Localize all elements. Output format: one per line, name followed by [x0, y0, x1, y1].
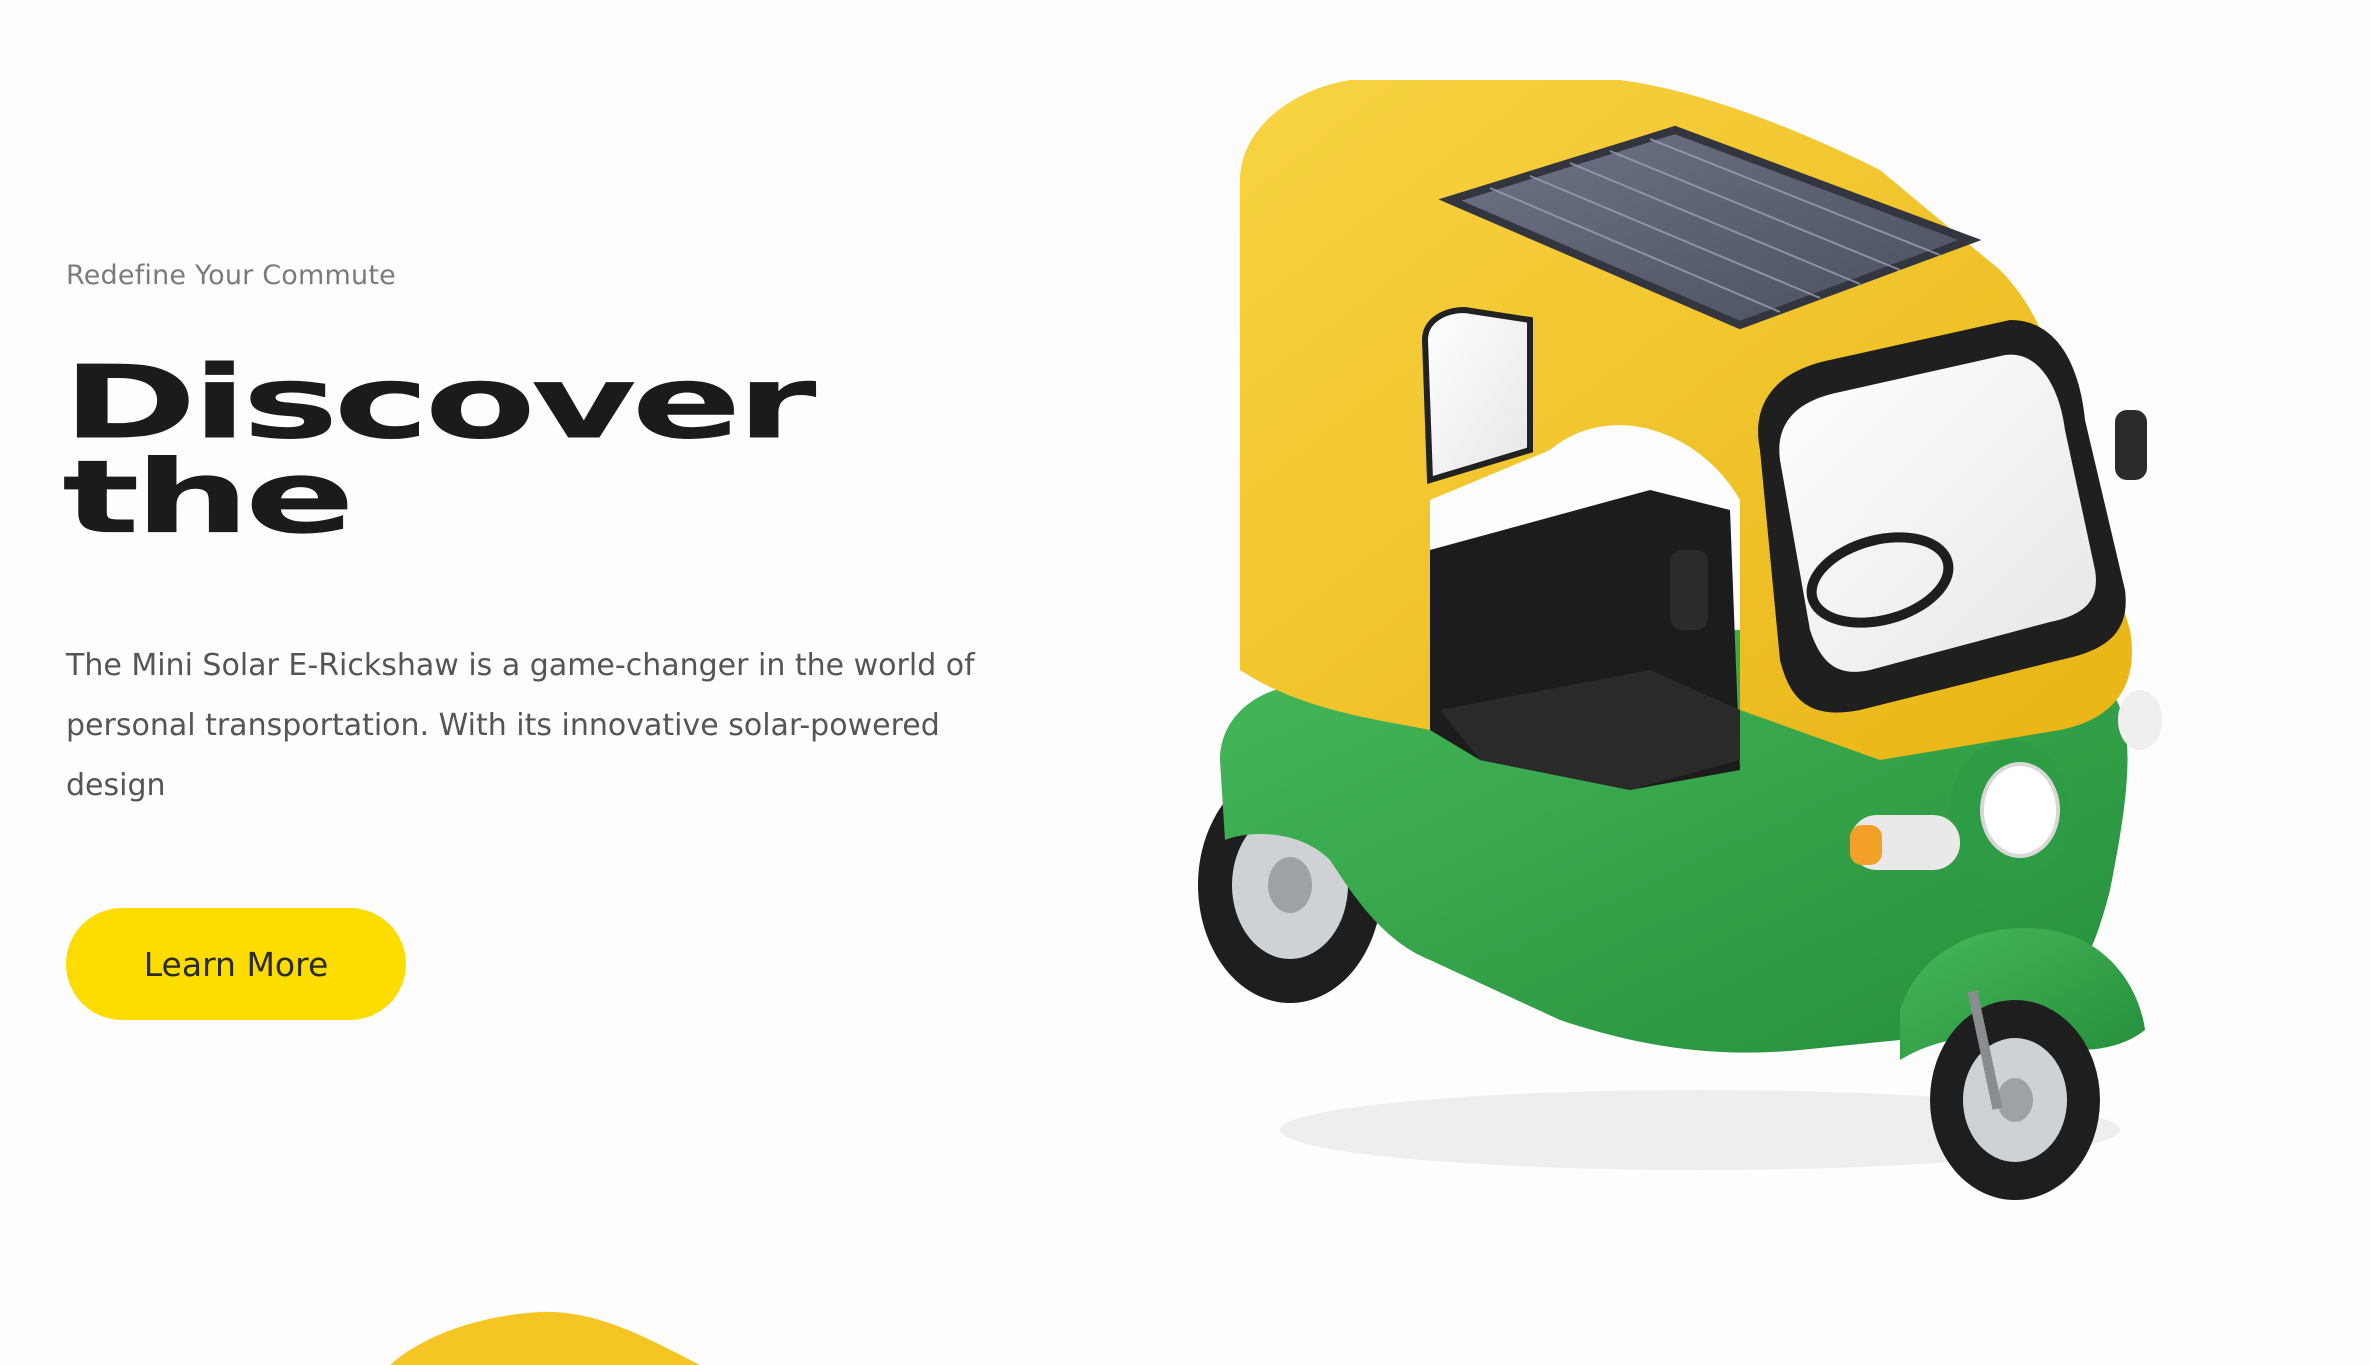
side-mirror-right [2115, 410, 2147, 480]
indicator-light [1850, 815, 1960, 870]
side-indicator [2118, 690, 2162, 750]
rickshaw-image [1198, 80, 2162, 1200]
learn-more-button[interactable]: Learn More [66, 908, 406, 1020]
side-window [1421, 306, 1533, 484]
headline-line-1: Discover [62, 342, 817, 462]
headline-line-2: the [62, 437, 355, 557]
side-mirror-left [1670, 550, 1708, 630]
hero-headline: Discover the [62, 342, 817, 557]
headlight [1950, 740, 2070, 880]
hero-eyebrow: Redefine Your Commute [66, 260, 396, 291]
landing-page: Redefine Your Commute Discover the The M… [0, 0, 2370, 1365]
secondary-rickshaw-image [390, 1311, 700, 1365]
hero-description: The Mini Solar E-Rickshaw is a game-chan… [66, 648, 975, 803]
